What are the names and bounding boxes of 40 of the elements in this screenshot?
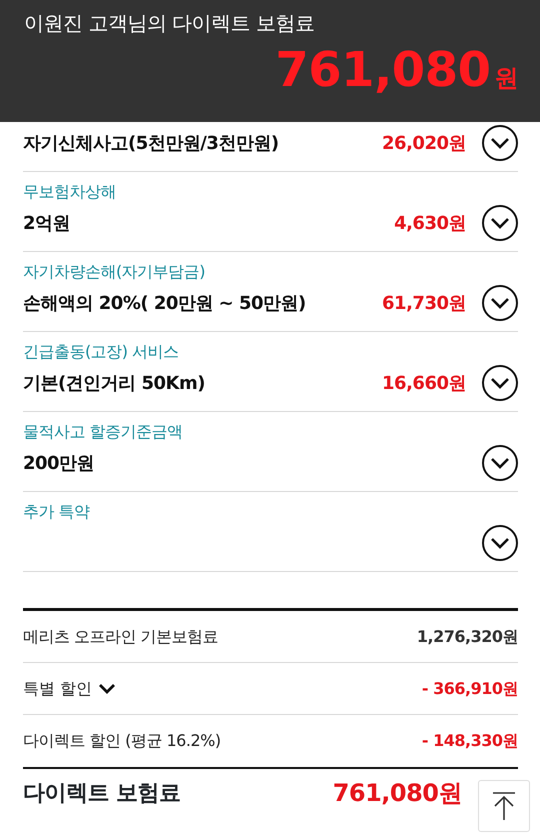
total-premium-amount: 761,080 <box>275 46 490 94</box>
expand-button[interactable] <box>482 365 518 401</box>
expand-button[interactable] <box>482 445 518 481</box>
chevron-down-icon <box>490 297 510 309</box>
coverage-label: 긴급출동(고장) 서비스 <box>23 341 180 363</box>
summary-label: 메리츠 오프라인 기본보험료 <box>23 626 218 648</box>
chevron-down-icon <box>490 137 510 149</box>
chevron-down-icon <box>98 682 116 694</box>
coverage-price: 4,630원 <box>394 212 466 236</box>
summary-amount: - 148,330원 <box>422 730 518 752</box>
summary-label: 다이렉트 할인 (평균 16.2%) <box>23 730 221 752</box>
chevron-down-icon <box>490 217 510 229</box>
coverage-value: 자기신체사고(5천만원/3천만원) <box>23 132 280 156</box>
coverage-label: 무보험차상해 <box>23 181 117 203</box>
chevron-down-icon <box>490 537 510 549</box>
coverage-value: 200만원 <box>23 452 96 476</box>
coverage-value: 2억원 <box>23 212 72 236</box>
chevron-down-icon <box>490 377 510 389</box>
coverage-price: 26,020원 <box>382 132 466 156</box>
scroll-to-top-button[interactable] <box>478 780 530 832</box>
expand-button[interactable] <box>482 205 518 241</box>
coverage-value: 기본(견인거리 50Km) <box>23 372 206 396</box>
coverage-price: 16,660원 <box>382 372 466 396</box>
coverage-value: 손해액의 20%( 20만원 ~ 50만원) <box>23 292 307 316</box>
expand-button[interactable] <box>482 525 518 561</box>
summary-amount: - 366,910원 <box>422 678 518 700</box>
summary-amount: 1,276,320원 <box>416 626 518 648</box>
expand-button[interactable] <box>482 285 518 321</box>
coverage-label: 추가 특약 <box>23 501 91 523</box>
total-label: 다이렉트 보험료 <box>23 780 181 808</box>
coverage-price: 61,730원 <box>382 292 466 316</box>
expand-button[interactable] <box>482 125 518 161</box>
coverage-label: 물적사고 할증기준금액 <box>23 421 184 443</box>
coverage-label: 자기차량손해(자기부담금) <box>23 261 206 283</box>
page-title: 이원진 고객님의 다이렉트 보험료 <box>24 10 316 37</box>
chevron-down-icon <box>490 457 510 469</box>
total-amount: 761,080원 <box>332 778 462 809</box>
arrow-up-icon <box>491 791 517 821</box>
special-discount-toggle[interactable]: 특별 할인 <box>23 676 116 700</box>
currency-unit: 원 <box>494 63 518 94</box>
